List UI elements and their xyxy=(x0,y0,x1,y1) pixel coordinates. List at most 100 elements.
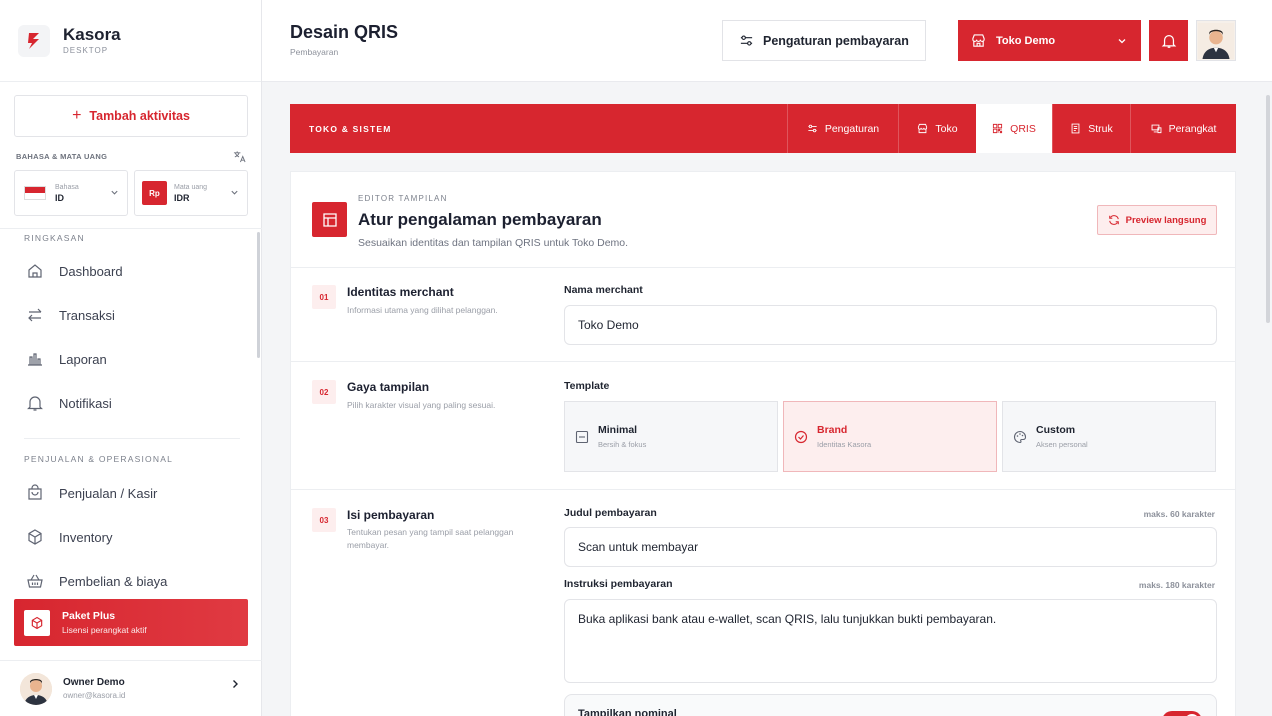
sidebar-scrollbar[interactable] xyxy=(257,232,260,358)
sidebar-item-notifikasi[interactable]: Notifikasi xyxy=(26,394,112,412)
editor-title: Atur pengalaman pembayaran xyxy=(358,210,602,229)
sidebar-item-label: Dashboard xyxy=(59,263,123,279)
section-title: Gaya tampilan xyxy=(347,380,430,394)
chevron-down-icon xyxy=(111,190,118,195)
header-avatar[interactable] xyxy=(1196,20,1236,61)
tab-struk[interactable]: Struk xyxy=(1052,104,1130,153)
transfer-icon xyxy=(26,306,46,324)
tabbar-title: TOKO & SISTEM xyxy=(309,124,392,134)
template-option-custom[interactable]: Custom Aksen personal xyxy=(1002,401,1216,472)
add-activity-button[interactable]: + Tambah aktivitas xyxy=(14,95,248,137)
add-activity-label: Tambah aktivitas xyxy=(89,109,190,123)
palette-icon xyxy=(1014,430,1027,443)
user-name: Owner Demo xyxy=(63,677,125,688)
package-icon xyxy=(24,609,50,636)
summary-section-title: RINGKASAN xyxy=(24,233,85,243)
template-option-brand[interactable]: Brand Identitas Kasora xyxy=(783,401,997,472)
sidebar-item-pembelian[interactable]: Pembelian & biaya xyxy=(26,572,167,590)
sliders-icon xyxy=(808,124,817,133)
show-amount-toggle[interactable] xyxy=(1162,711,1202,716)
language-value: ID xyxy=(55,192,64,203)
kasora-logo-icon xyxy=(18,24,50,57)
plus-icon: + xyxy=(72,107,82,124)
tab-label: Toko xyxy=(935,122,958,135)
store-selector[interactable]: Toko Demo xyxy=(958,20,1141,61)
sidebar-item-dashboard[interactable]: Dashboard xyxy=(26,262,123,280)
bag-icon xyxy=(26,484,46,502)
language-label: Bahasa xyxy=(55,183,79,191)
box-icon xyxy=(26,528,46,546)
live-preview-button[interactable]: Preview langsung xyxy=(1097,205,1217,235)
tab-pengaturan[interactable]: Pengaturan xyxy=(787,104,898,153)
payment-instruction-textarea[interactable]: Buka aplikasi bank atau e-wallet, scan Q… xyxy=(564,599,1217,683)
payment-title-max: maks. 60 karakter xyxy=(1143,509,1215,519)
sidebar-item-label: Inventory xyxy=(59,529,113,545)
tab-qris[interactable]: QRIS xyxy=(976,104,1052,153)
breadcrumb: Pembayaran xyxy=(290,47,339,57)
payment-title-input[interactable]: Scan untuk membayar xyxy=(564,527,1217,567)
indonesia-flag-icon xyxy=(24,186,46,200)
user-profile[interactable]: Owner Demo owner@kasora.id xyxy=(0,660,262,716)
chevron-down-icon xyxy=(1118,38,1126,43)
brand-sub: DESKTOP xyxy=(63,46,109,55)
currency-value: IDR xyxy=(174,192,190,203)
plan-card[interactable]: Paket Plus Lisensi perangkat aktif xyxy=(14,599,248,646)
devices-icon xyxy=(1151,124,1161,134)
layout-icon xyxy=(312,202,347,237)
language-select[interactable]: Bahasa ID xyxy=(14,170,128,216)
section-desc: Tentukan pesan yang tampil saat pelangga… xyxy=(347,527,514,550)
tab-label: Struk xyxy=(1088,122,1113,135)
live-preview-label: Preview langsung xyxy=(1125,214,1207,226)
plan-desc: Lisensi perangkat aktif xyxy=(62,625,147,635)
tab-perangkat[interactable]: Perangkat xyxy=(1130,104,1236,153)
payment-settings-button[interactable]: Pengaturan pembayaran xyxy=(722,20,926,61)
brand[interactable]: Kasora DESKTOP xyxy=(0,0,261,82)
page-title: Desain QRIS xyxy=(290,22,399,42)
template-title: Brand xyxy=(817,424,848,436)
receipt-icon xyxy=(1071,123,1080,134)
merchant-name-input[interactable]: Toko Demo xyxy=(564,305,1217,345)
merchant-name-label: Nama merchant xyxy=(564,284,643,296)
payment-instruction-max: maks. 180 karakter xyxy=(1138,580,1215,590)
currency-select[interactable]: Rp Mata uang IDR xyxy=(134,170,248,216)
template-desc: Aksen personal xyxy=(1036,440,1088,449)
tab-toko[interactable]: Toko xyxy=(898,104,976,153)
bell-icon xyxy=(1161,34,1176,48)
store-icon xyxy=(918,123,928,134)
sliders-icon xyxy=(740,35,753,46)
qris-editor-card: EDITOR TAMPILAN Atur pengalaman pembayar… xyxy=(290,171,1236,716)
sidebar-item-label: Notifikasi xyxy=(59,395,112,411)
plan-title: Paket Plus xyxy=(62,610,116,622)
sidebar-item-inventory[interactable]: Inventory xyxy=(26,528,112,546)
sidebar-item-penjualan[interactable]: Penjualan / Kasir xyxy=(26,484,157,502)
template-desc: Bersih & fokus xyxy=(598,440,647,449)
payment-title-label: Judul pembayaran xyxy=(564,507,657,519)
tab-label: Perangkat xyxy=(1168,122,1217,135)
top-header: Desain QRIS Pembayaran Pengaturan pembay… xyxy=(262,0,1272,82)
template-option-minimal[interactable]: Minimal Bersih & fokus xyxy=(564,401,778,472)
divider xyxy=(291,489,1235,490)
language-currency-header: BAHASA & MATA UANG xyxy=(16,150,246,163)
currency-badge: Rp xyxy=(142,181,167,205)
notification-button[interactable] xyxy=(1149,20,1188,61)
divider xyxy=(291,267,1235,268)
sidebar-item-label: Penjualan / Kasir xyxy=(59,485,158,501)
step-number: 01 xyxy=(312,285,336,309)
translate-icon[interactable] xyxy=(233,150,246,163)
chevron-right-icon xyxy=(233,680,238,688)
page-scrollbar[interactable] xyxy=(1266,95,1270,323)
sidebar-item-transaksi[interactable]: Transaksi xyxy=(26,306,115,324)
avatar xyxy=(20,672,52,705)
divider xyxy=(291,361,1235,362)
divider xyxy=(0,228,262,229)
sidebar-item-label: Laporan xyxy=(59,351,107,367)
minus-square-icon xyxy=(575,430,589,443)
basket-icon xyxy=(26,572,46,590)
chart-icon xyxy=(26,350,46,368)
editor-overline: EDITOR TAMPILAN xyxy=(358,194,448,203)
sidebar: Kasora DESKTOP + Tambah aktivitas BAHASA… xyxy=(0,0,262,716)
sidebar-item-laporan[interactable]: Laporan xyxy=(26,350,107,368)
store-icon xyxy=(972,34,985,47)
editor-desc: Sesuaikan identitas dan tampilan QRIS un… xyxy=(358,237,629,249)
qr-code-icon xyxy=(993,123,1003,134)
